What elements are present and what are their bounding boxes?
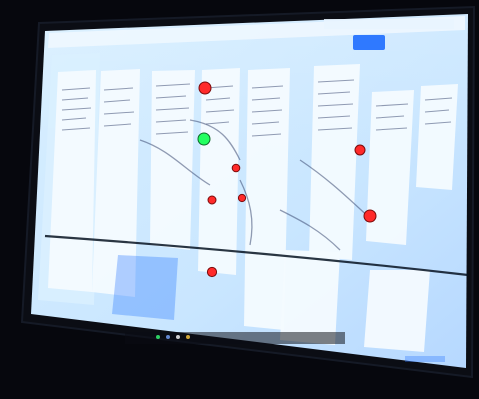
card-col-8 (416, 84, 458, 190)
photo-svg (0, 0, 479, 395)
lower-left-tiles (112, 255, 178, 320)
photo-scene (0, 0, 479, 395)
green-marker (197, 132, 211, 146)
taskbar-dot-2 (166, 335, 170, 339)
lower-right-card (364, 270, 430, 352)
taskbar-dot-3 (176, 335, 180, 339)
lower-mid-card (280, 250, 340, 345)
bottom-right-label (405, 356, 445, 362)
card-col-7 (366, 90, 414, 245)
taskbar-dot-1 (156, 335, 160, 339)
blue-action-button (353, 35, 385, 50)
taskbar (125, 332, 345, 344)
taskbar-dot-4 (186, 335, 190, 339)
window-control-bar (324, 19, 454, 29)
